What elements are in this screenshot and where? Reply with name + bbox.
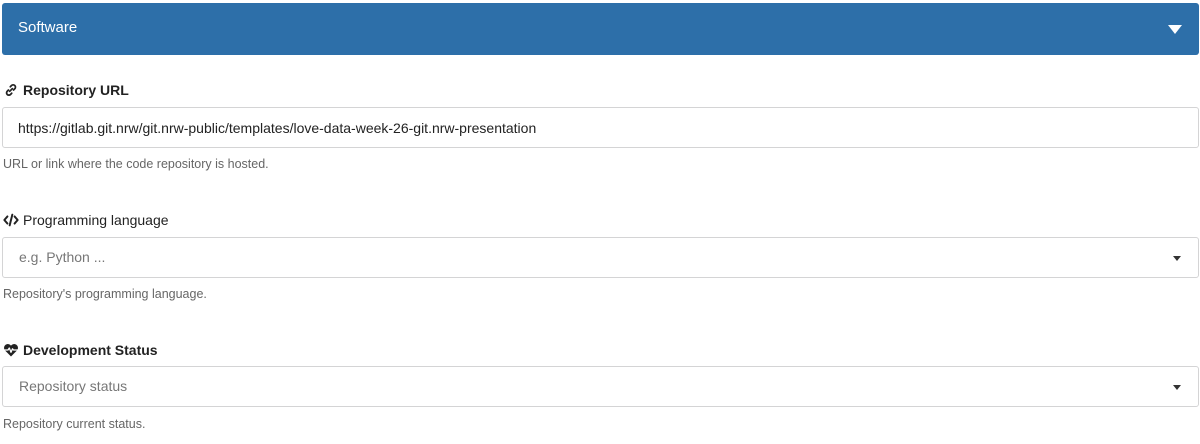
repository-url-input[interactable] — [18, 108, 1158, 147]
development-status-label: Development Status — [3, 341, 158, 359]
programming-language-select[interactable]: e.g. Python ... — [2, 237, 1199, 278]
repository-url-help: URL or link where the code repository is… — [3, 157, 269, 171]
programming-language-help: Repository's programming language. — [3, 287, 207, 301]
heartbeat-icon — [3, 342, 19, 358]
chevron-down-icon[interactable] — [1173, 385, 1181, 390]
development-status-select[interactable]: Repository status — [2, 366, 1199, 407]
repository-url-label: Repository URL — [3, 81, 129, 99]
caret-down-icon[interactable] — [1168, 25, 1182, 34]
software-accordion-header[interactable]: Software — [2, 3, 1199, 55]
code-icon — [3, 212, 19, 228]
chevron-down-icon[interactable] — [1173, 256, 1181, 261]
link-icon — [3, 82, 19, 98]
development-status-help: Repository current status. — [3, 417, 146, 431]
programming-language-label-text: Programming language — [23, 212, 169, 228]
repository-url-label-text: Repository URL — [23, 82, 129, 98]
accordion-title: Software — [18, 19, 78, 36]
development-status-placeholder: Repository status — [19, 378, 128, 394]
programming-language-label: Programming language — [3, 211, 169, 229]
programming-language-placeholder: e.g. Python ... — [19, 249, 106, 265]
development-status-label-text: Development Status — [23, 342, 158, 358]
repository-url-field[interactable] — [2, 107, 1199, 148]
